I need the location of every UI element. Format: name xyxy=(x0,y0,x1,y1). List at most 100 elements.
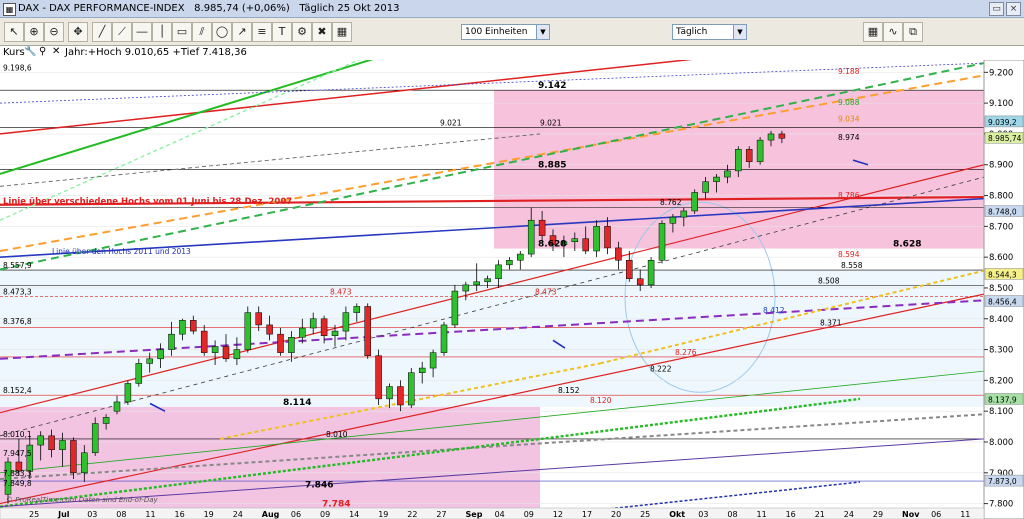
candle-body xyxy=(233,349,241,360)
ray-tool-icon[interactable]: ⟋ xyxy=(112,22,132,42)
candle-body xyxy=(91,423,99,454)
left-level-label: 7.947,5 xyxy=(3,449,32,458)
candle-body xyxy=(767,133,775,141)
x-tick-label: 03 xyxy=(698,510,708,519)
close-icon[interactable]: ✕ xyxy=(52,46,60,57)
candle-body xyxy=(778,133,786,139)
candle-body xyxy=(288,336,295,353)
cursor-tool-icon[interactable]: ↖ xyxy=(4,22,24,42)
year-info: Jahr:+Hoch 9.010,65 +Tief 7.418,36 xyxy=(65,47,247,58)
units-select[interactable]: 100 Einheiten ▼ xyxy=(461,24,550,40)
vline-tool-icon[interactable]: │ xyxy=(152,22,172,42)
candle-body xyxy=(506,259,513,266)
candle-body xyxy=(331,330,339,336)
candle-body xyxy=(81,452,88,474)
x-tick-label: 16 xyxy=(175,510,185,519)
x-tick-label: 20 xyxy=(611,510,621,519)
level-label: 9.088 xyxy=(838,98,860,107)
x-tick-label: 11 xyxy=(757,510,767,519)
price-box-label: 8.985,74 xyxy=(988,134,1022,143)
candle-body xyxy=(211,346,219,353)
candle-body xyxy=(397,386,404,406)
arrow-tool-icon[interactable]: ↗ xyxy=(232,22,252,42)
candle-body xyxy=(691,192,698,212)
hline-tool-icon[interactable]: ― xyxy=(132,22,152,42)
candle-body xyxy=(440,324,448,353)
level-label: 8.508 xyxy=(818,276,840,285)
x-tick-label: 24 xyxy=(844,510,854,519)
x-tick-label: 09 xyxy=(524,510,534,519)
candle-body xyxy=(408,372,415,406)
candle-body xyxy=(745,149,753,162)
grid-tool-icon[interactable]: ▦ xyxy=(332,22,352,42)
x-tick-label: 27 xyxy=(436,510,446,519)
channel-tool-icon[interactable]: ⫽ xyxy=(192,22,212,42)
y-tick-label: 9.100 xyxy=(989,99,1013,109)
candle-body xyxy=(135,363,143,384)
chart-style-icon[interactable]: ⧉ xyxy=(903,22,923,42)
indicator-icon[interactable]: ∿ xyxy=(883,22,903,42)
candle-body xyxy=(713,176,720,182)
delete-tool-icon[interactable]: ✖ xyxy=(312,22,332,42)
level-label: 8.558 xyxy=(841,261,863,270)
zoom-out-icon[interactable]: ⊖ xyxy=(44,22,64,42)
candle-body xyxy=(255,312,262,326)
period-select[interactable]: Täglich ▼ xyxy=(672,24,747,40)
fibonacci-tool-icon[interactable]: ≡ xyxy=(252,22,272,42)
x-tick-label: 24 xyxy=(233,510,243,519)
candle-body xyxy=(724,170,731,178)
text-tool-icon[interactable]: T xyxy=(272,22,292,42)
price-chart[interactable]: 9.142 9.021 9.021 8.885 8.762 8.628 8.628 8.558… xyxy=(0,60,1024,519)
x-tick-label: 17 xyxy=(582,510,592,519)
time-axis: 25 Jul 03 08 11 16 19 24 Aug 06 09 14 19 22 27 Sep 04 09 1… xyxy=(0,507,985,519)
candle-body xyxy=(429,352,437,369)
minimize-icon[interactable]: ▭ xyxy=(989,2,1004,16)
price-box-label: 8.456,4 xyxy=(988,298,1017,307)
search-icon[interactable]: ⚲ xyxy=(39,46,46,57)
candle-body xyxy=(495,264,502,279)
x-tick-label: 06 xyxy=(931,510,941,519)
y-tick-label: 8.500 xyxy=(989,284,1013,294)
ellipse-tool-icon[interactable]: ◯ xyxy=(212,22,232,42)
left-level-label: 8.152,4 xyxy=(3,386,32,395)
candle-body xyxy=(157,349,164,360)
x-tick-label: 22 xyxy=(407,510,417,519)
level-label: 9.188 xyxy=(838,67,860,76)
candle-body xyxy=(168,333,175,350)
x-tick-label: 04 xyxy=(495,510,505,519)
level-label: 8.974 xyxy=(838,133,860,142)
candle-body xyxy=(37,435,44,446)
rectangle-tool-icon[interactable]: ▭ xyxy=(172,22,192,42)
candle-body xyxy=(124,383,132,403)
level-label: 8.152 xyxy=(558,386,580,395)
x-tick-label: 25 xyxy=(640,510,650,519)
candle-body xyxy=(386,386,393,400)
candle-body xyxy=(593,226,600,252)
left-level-label: 8.557,9 xyxy=(3,261,32,270)
x-tick-label: 08 xyxy=(727,510,737,519)
zoom-in-icon[interactable]: ⊕ xyxy=(24,22,44,42)
left-level-label: 8.376,8 xyxy=(3,317,32,326)
settings-tool-icon[interactable]: ⚙ xyxy=(292,22,312,42)
price-box-label: 9.039,2 xyxy=(988,118,1017,127)
candle-body xyxy=(364,306,371,356)
candle-body xyxy=(658,223,666,261)
x-tick-label: Nov xyxy=(902,510,920,519)
grid-view-icon[interactable]: ▦ xyxy=(863,22,883,42)
chart-info-bar: Kurs 🔧 ⚲ ✕ Jahr:+Hoch 9.010,65 +Tief 7.4… xyxy=(0,46,1024,61)
pointer-icon[interactable]: ✥ xyxy=(68,22,88,42)
candle-body xyxy=(4,461,12,495)
level-label: 8.594 xyxy=(838,250,860,259)
level-label: 8.885 xyxy=(538,160,566,170)
series-label: Kurs xyxy=(3,47,25,58)
x-tick-label: 06 xyxy=(291,510,301,519)
level-label: 8.412 xyxy=(763,306,785,315)
left-level-label: 8.473,3 xyxy=(3,287,32,296)
wrench-icon[interactable]: 🔧 xyxy=(24,46,36,57)
candle-body xyxy=(309,318,317,329)
price-box-label: 8.137,9 xyxy=(988,395,1017,404)
close-icon[interactable]: × xyxy=(1006,2,1021,16)
x-tick-label: 08 xyxy=(116,510,126,519)
line-tool-icon[interactable]: ╱ xyxy=(92,22,112,42)
y-tick-label: 8.300 xyxy=(989,346,1013,356)
